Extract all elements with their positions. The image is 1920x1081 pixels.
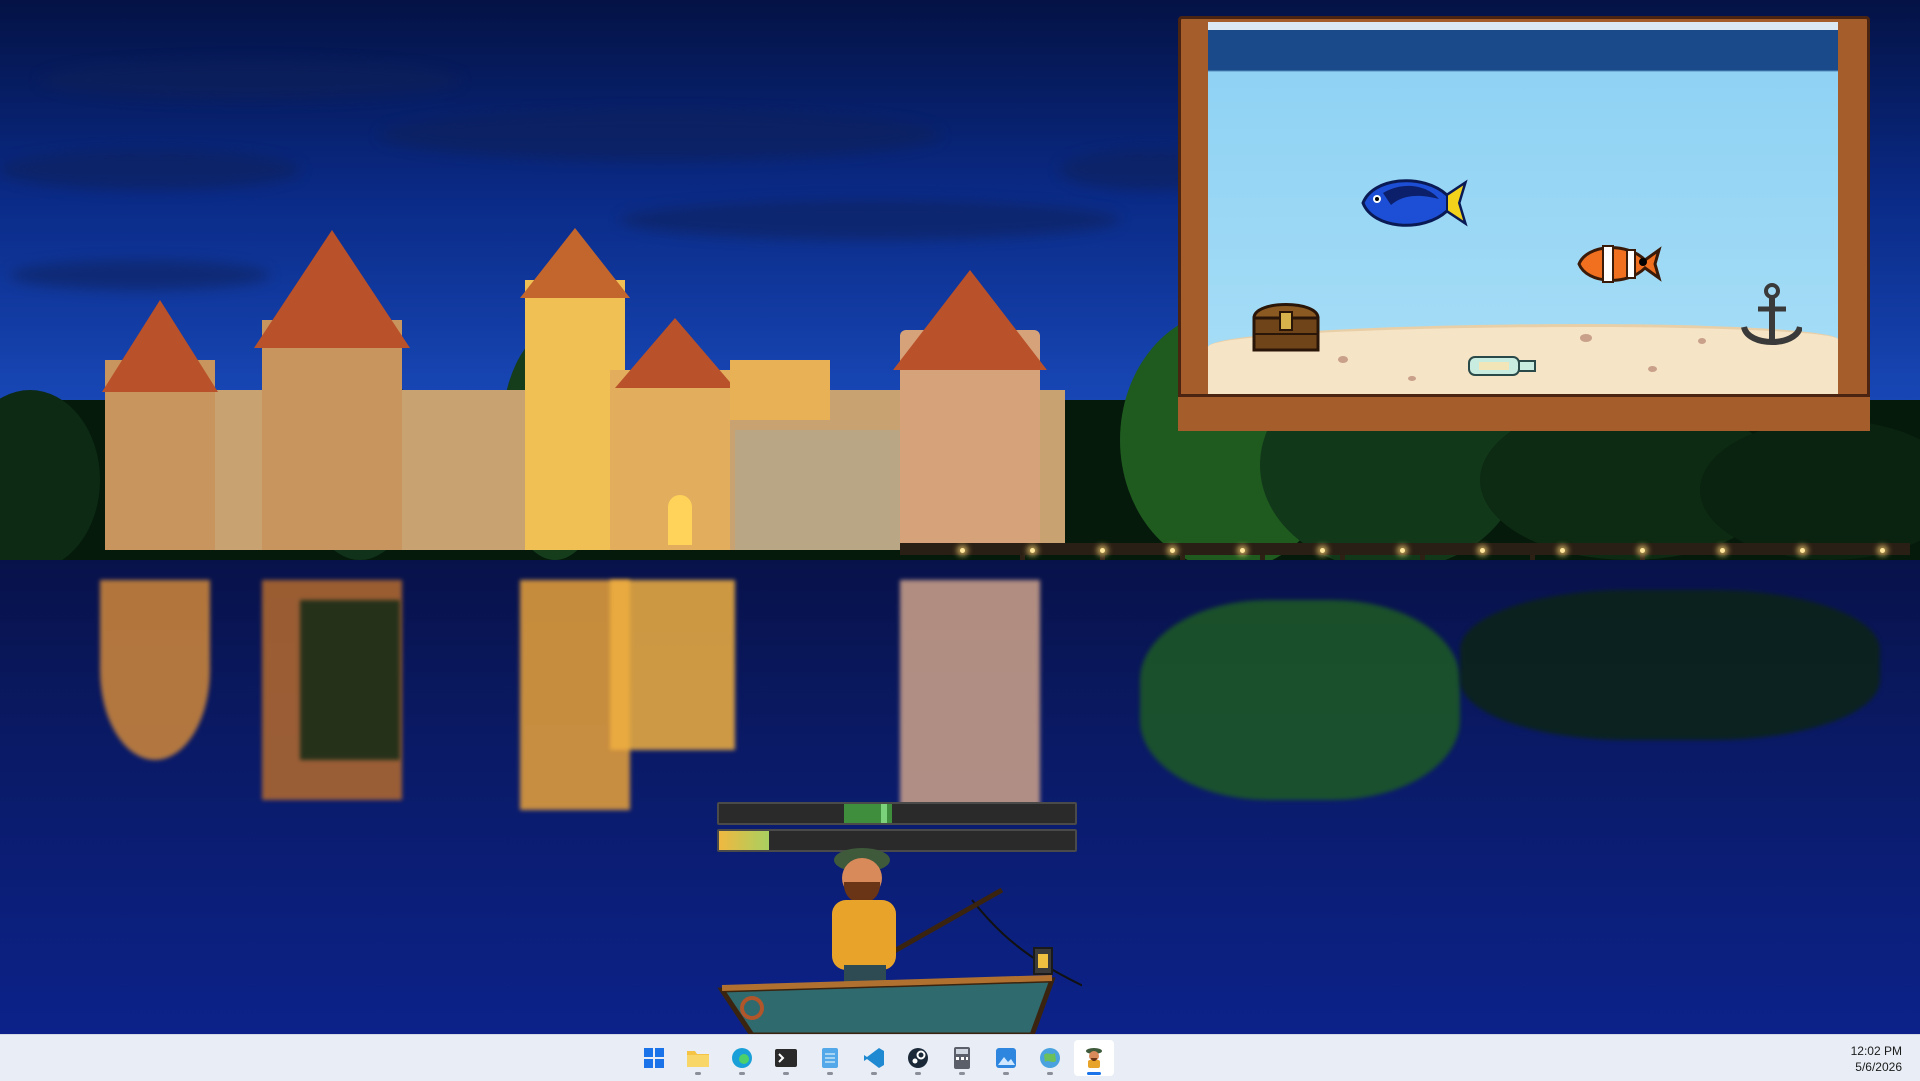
running-indicator bbox=[783, 1072, 789, 1075]
anchor-icon[interactable] bbox=[1738, 281, 1802, 353]
running-indicator bbox=[1003, 1072, 1009, 1075]
edge-icon bbox=[731, 1047, 753, 1069]
running-indicator bbox=[959, 1072, 965, 1075]
fisherman-in-boat[interactable] bbox=[712, 830, 1082, 1035]
notepad-icon bbox=[820, 1046, 840, 1070]
taskbar-button-start[interactable] bbox=[634, 1040, 674, 1076]
fishing-game-icon bbox=[1082, 1046, 1106, 1070]
taskbar-button-edge[interactable] bbox=[722, 1040, 762, 1076]
taskbar-button-maps[interactable] bbox=[1030, 1040, 1070, 1076]
running-indicator bbox=[915, 1072, 921, 1075]
running-indicator bbox=[827, 1072, 833, 1075]
file-explorer-icon bbox=[686, 1047, 710, 1069]
maps-icon bbox=[1039, 1047, 1061, 1069]
aquarium-widget[interactable] bbox=[1178, 16, 1870, 431]
aquarium-rim bbox=[1208, 22, 1838, 30]
running-indicator bbox=[695, 1072, 701, 1075]
running-indicator bbox=[1047, 1072, 1053, 1075]
running-indicator bbox=[871, 1072, 877, 1075]
steam-icon bbox=[907, 1047, 929, 1069]
vscode-icon bbox=[863, 1047, 885, 1069]
catch-meter[interactable] bbox=[717, 802, 1077, 825]
clock-time: 12:02 PM bbox=[1850, 1044, 1902, 1058]
taskbar-button-photos[interactable] bbox=[986, 1040, 1026, 1076]
taskbar-button-steam[interactable] bbox=[898, 1040, 938, 1076]
running-indicator bbox=[739, 1072, 745, 1075]
treasure-chest-icon[interactable] bbox=[1250, 294, 1322, 354]
running-indicator bbox=[1087, 1072, 1101, 1075]
taskbar-button-fishing-game[interactable] bbox=[1074, 1040, 1114, 1076]
blue-tang-fish-icon[interactable] bbox=[1353, 171, 1473, 235]
clownfish-icon[interactable] bbox=[1573, 236, 1663, 292]
taskbar-button-terminal[interactable] bbox=[766, 1040, 806, 1076]
clock-date: 5/6/2026 bbox=[1855, 1060, 1902, 1074]
catch-marker bbox=[881, 804, 887, 823]
start-icon bbox=[643, 1047, 665, 1069]
taskbar: 12:02 PM 5/6/2026 bbox=[0, 1034, 1920, 1081]
aquarium-base bbox=[1178, 394, 1870, 431]
taskbar-icons bbox=[634, 1040, 1114, 1076]
calculator-icon bbox=[953, 1046, 971, 1070]
taskbar-button-notepad[interactable] bbox=[810, 1040, 850, 1076]
boardwalk-bridge bbox=[900, 543, 1910, 555]
taskbar-button-vscode[interactable] bbox=[854, 1040, 894, 1076]
message-bottle-icon[interactable] bbox=[1465, 353, 1541, 379]
photos-icon bbox=[995, 1047, 1017, 1069]
taskbar-button-calculator[interactable] bbox=[942, 1040, 982, 1076]
taskbar-button-file-explorer[interactable] bbox=[678, 1040, 718, 1076]
terminal-icon bbox=[774, 1048, 798, 1068]
system-clock[interactable]: 12:02 PM 5/6/2026 bbox=[1851, 1043, 1902, 1075]
